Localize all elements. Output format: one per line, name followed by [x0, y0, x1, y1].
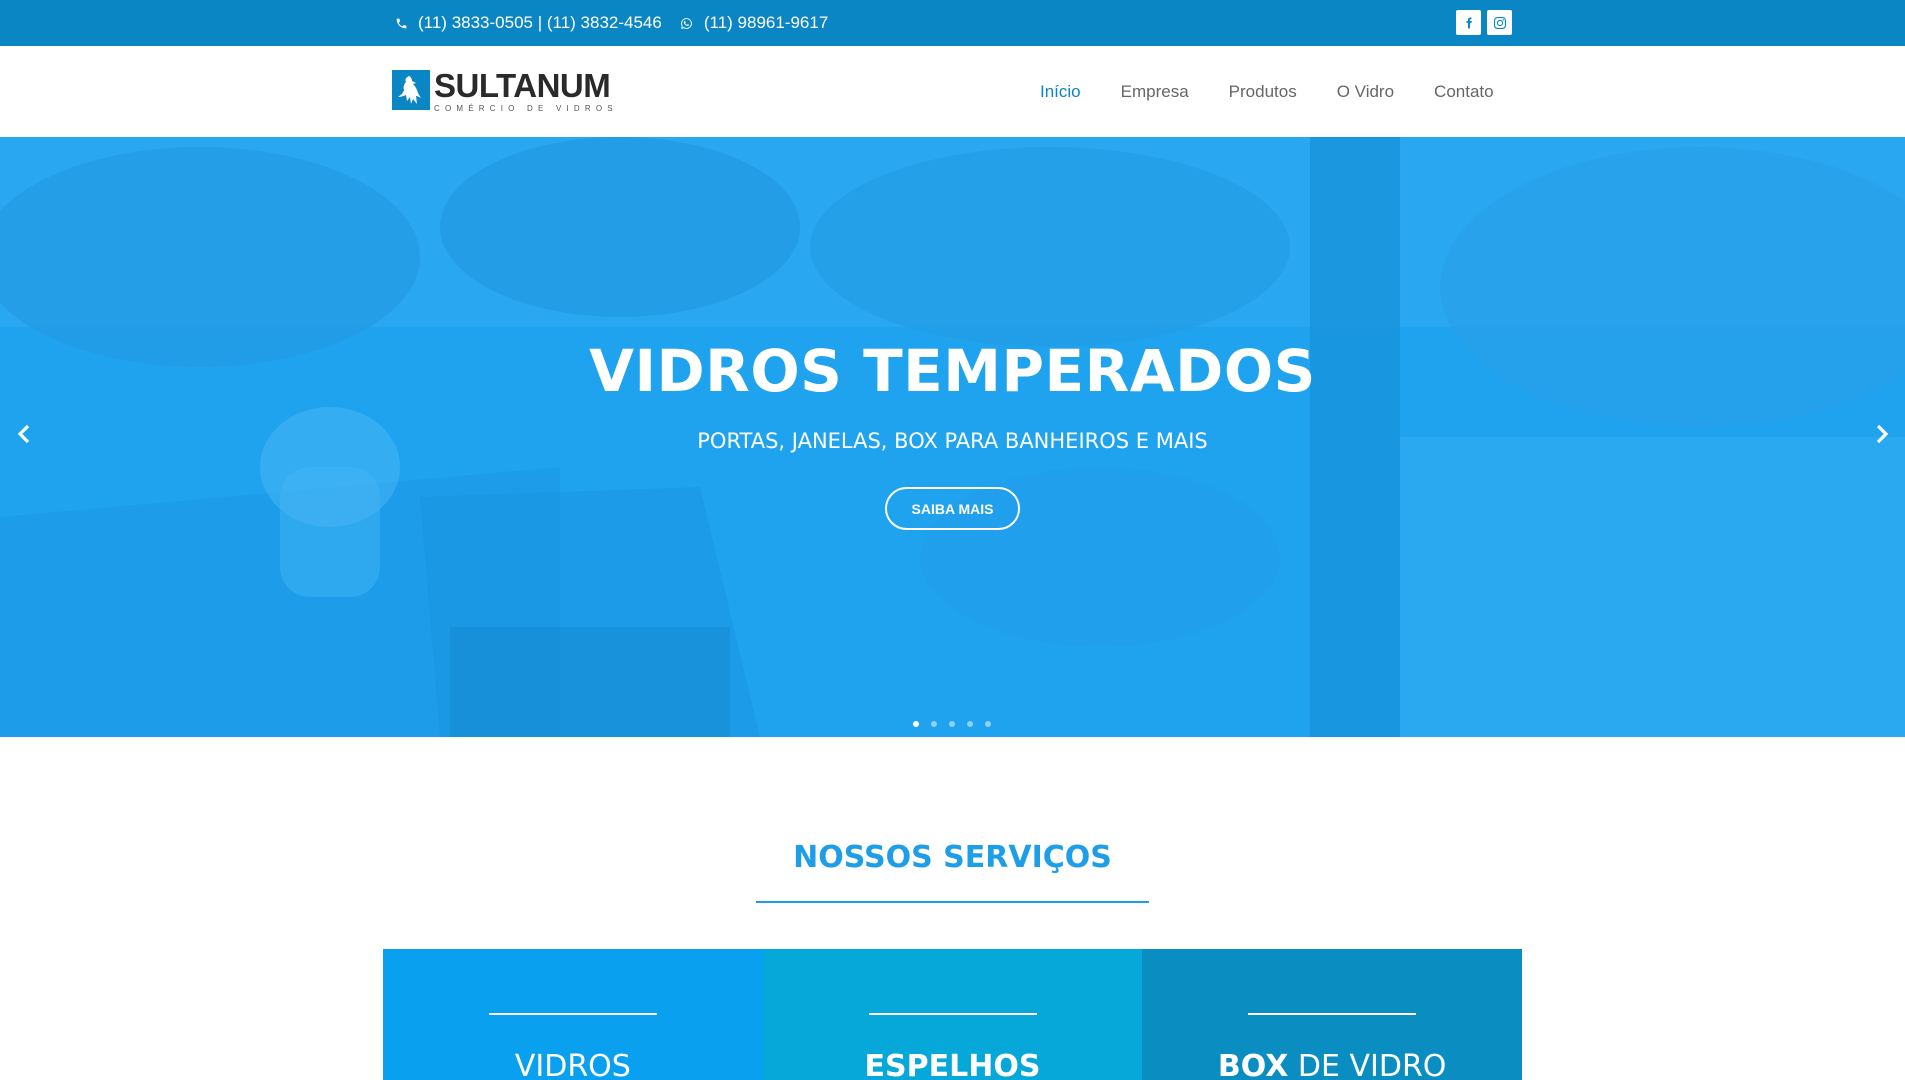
service-card-box-de-vidro[interactable]: BOX DE VIDRO — [1142, 949, 1523, 1080]
service-card-label: ESPELHOS — [864, 1049, 1041, 1080]
phone-numbers[interactable]: (11) 3833-0505 | (11) 3832-4546 — [418, 13, 662, 33]
card-divider — [868, 1013, 1037, 1015]
top-bar: (11) 3833-0505 | (11) 3832-4546 (11) 989… — [0, 0, 1905, 46]
instagram-icon — [1493, 16, 1506, 29]
service-card-label: VIDROS — [514, 1049, 631, 1080]
hero-title: VIDROS TEMPERADOS — [589, 337, 1316, 405]
saiba-mais-button[interactable]: SAIBA MAIS — [885, 487, 1020, 530]
logo[interactable]: SULTANUM COMÉRCIO DE VIDROS — [392, 67, 618, 113]
slider-dot[interactable] — [913, 721, 919, 727]
nav-item-o-vidro[interactable]: O Vidro — [1337, 82, 1394, 102]
slider-dots — [913, 721, 991, 727]
nav-item-inicio[interactable]: Início — [1040, 82, 1081, 102]
facebook-button[interactable] — [1456, 10, 1481, 35]
services-heading: NOSSOS SERVIÇOS — [0, 840, 1905, 875]
eagle-logo-icon — [392, 70, 430, 110]
main-nav: Início Empresa Produtos O Vidro Contato — [1040, 46, 1494, 137]
nav-item-produtos[interactable]: Produtos — [1229, 82, 1297, 102]
services-cards: VIDROS ESPELHOS BOX DE VIDRO — [383, 949, 1523, 1080]
instagram-button[interactable] — [1487, 10, 1512, 35]
whatsapp-icon — [678, 14, 696, 32]
site-header: SULTANUM COMÉRCIO DE VIDROS Início Empre… — [0, 46, 1905, 137]
phone-icon — [392, 14, 410, 32]
hero-slider: VIDROS TEMPERADOS PORTAS, JANELAS, BOX P… — [0, 137, 1905, 737]
services-heading-light: NOSSOS — [793, 840, 933, 875]
nav-item-contato[interactable]: Contato — [1434, 82, 1494, 102]
slider-dot[interactable] — [949, 721, 955, 727]
card-divider — [1248, 1013, 1417, 1015]
card-divider — [488, 1013, 657, 1015]
logo-name: SULTANUM — [434, 67, 611, 104]
service-card-label: BOX DE VIDRO — [1217, 1049, 1447, 1080]
service-card-vidros[interactable]: VIDROS — [383, 949, 763, 1080]
hero-subtitle: PORTAS, JANELAS, BOX PARA BANHEIROS E MA… — [697, 429, 1208, 453]
slider-dot[interactable] — [967, 721, 973, 727]
services-heading-underline — [756, 901, 1149, 903]
logo-subtitle: COMÉRCIO DE VIDROS — [434, 104, 618, 113]
service-card-espelhos[interactable]: ESPELHOS — [762, 949, 1143, 1080]
nav-item-empresa[interactable]: Empresa — [1121, 82, 1189, 102]
facebook-icon — [1466, 17, 1472, 28]
slider-dot[interactable] — [931, 721, 937, 727]
slider-dot[interactable] — [985, 721, 991, 727]
whatsapp-number[interactable]: (11) 98961-9617 — [704, 13, 828, 33]
social-links — [1456, 10, 1512, 35]
contact-info: (11) 3833-0505 | (11) 3832-4546 (11) 989… — [392, 0, 828, 46]
services-heading-bold: SERVIÇOS — [943, 840, 1112, 875]
